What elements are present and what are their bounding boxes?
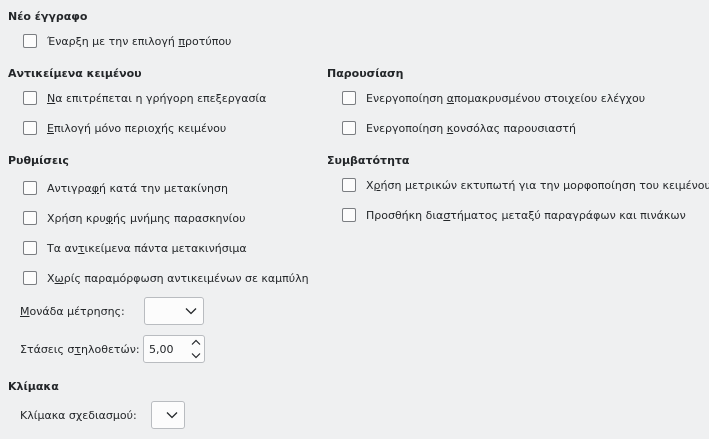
checkbox-box[interactable] (23, 241, 37, 255)
checkbox-box[interactable] (23, 91, 37, 105)
checkbox-label: Ενεργοποίηση κονσόλας παρουσιαστή (366, 121, 576, 135)
drawing-scale-label: Κλίμακα σχεδιασμού: (20, 409, 137, 422)
scale-heading: Κλίμακα (8, 380, 59, 393)
checkbox-label: Προσθήκη διαστήματος μεταξύ παραγράφων κ… (366, 208, 686, 222)
background-cache-checkbox[interactable]: Χρήση κρυφής μνήμης παρασκηνίου (23, 209, 246, 227)
unit-label: Μονάδα μέτρησης: (20, 305, 125, 318)
text-objects-heading: Αντικείμενα κειμένου (8, 67, 142, 80)
add-spacing-checkbox[interactable]: Προσθήκη διαστήματος μεταξύ παραγράφων κ… (342, 206, 686, 224)
checkbox-label: Να επιτρέπεται η γρήγορη επεξεργασία (47, 91, 267, 105)
checkbox-label: Αντιγραφή κατά την μετακίνηση (47, 181, 228, 195)
checkbox-box[interactable] (23, 34, 37, 48)
allow-quick-edit-checkbox[interactable]: Να επιτρέπεται η γρήγορη επεξεργασία (23, 89, 266, 107)
select-text-area-only-checkbox[interactable]: Επιλογή μόνο περιοχής κειμένου (23, 119, 226, 137)
checkbox-box[interactable] (342, 208, 356, 222)
tab-stops-label: Στάσεις στηλοθετών: (20, 343, 140, 356)
checkbox-label: Επιλογή μόνο περιοχής κειμένου (47, 121, 227, 135)
compatibility-heading: Συμβατότητα (327, 154, 410, 167)
checkbox-label: Έναρξη με την επιλογή προτύπου (47, 34, 232, 48)
enable-presenter-console-checkbox[interactable]: Ενεργοποίηση κονσόλας παρουσιαστή (342, 119, 576, 137)
checkbox-label: Ενεργοποίηση απομακρυσμένου στοιχείου ελ… (366, 91, 646, 105)
checkbox-box[interactable] (342, 91, 356, 105)
drawing-scale-dropdown[interactable] (151, 401, 185, 429)
checkbox-label: Τα αντικείμενα πάντα μετακινήσιμα (47, 241, 247, 255)
checkbox-box[interactable] (23, 271, 37, 285)
chevron-down-icon (166, 409, 178, 422)
new-document-heading: Νέο έγγραφο (8, 10, 88, 23)
chevron-down-icon[interactable] (191, 349, 201, 362)
checkbox-box[interactable] (342, 178, 356, 192)
checkbox-label: Χρήση μετρικών εκτυπωτή για την μορφοποί… (366, 178, 709, 192)
checkbox-label: Χρήση κρυφής μνήμης παρασκηνίου (47, 211, 246, 225)
no-distortion-checkbox[interactable]: Χωρίς παραμόρφωση αντικειμένων σε καμπύλ… (23, 269, 309, 287)
start-with-template-checkbox[interactable]: Έναρξη με την επιλογή προτύπου (23, 32, 231, 50)
tab-stops-spinbox[interactable]: 5,00 (143, 335, 205, 363)
printer-metrics-checkbox[interactable]: Χρήση μετρικών εκτυπωτή για την μορφοποί… (342, 176, 709, 194)
presentation-heading: Παρουσίαση (327, 67, 404, 80)
unit-dropdown[interactable] (144, 297, 204, 325)
chevron-down-icon (185, 305, 197, 318)
chevron-up-icon[interactable] (191, 336, 201, 349)
checkbox-box[interactable] (23, 211, 37, 225)
checkbox-label: Χωρίς παραμόρφωση αντικειμένων σε καμπύλ… (47, 271, 309, 285)
settings-heading: Ρυθμίσεις (8, 154, 69, 167)
copy-when-moving-checkbox[interactable]: Αντιγραφή κατά την μετακίνηση (23, 179, 228, 197)
checkbox-box[interactable] (342, 121, 356, 135)
tab-stops-value[interactable]: 5,00 (149, 343, 174, 356)
enable-remote-checkbox[interactable]: Ενεργοποίηση απομακρυσμένου στοιχείου ελ… (342, 89, 645, 107)
checkbox-box[interactable] (23, 181, 37, 195)
checkbox-box[interactable] (23, 121, 37, 135)
objects-always-moveable-checkbox[interactable]: Τα αντικείμενα πάντα μετακινήσιμα (23, 239, 247, 257)
spin-arrows[interactable] (191, 336, 201, 362)
